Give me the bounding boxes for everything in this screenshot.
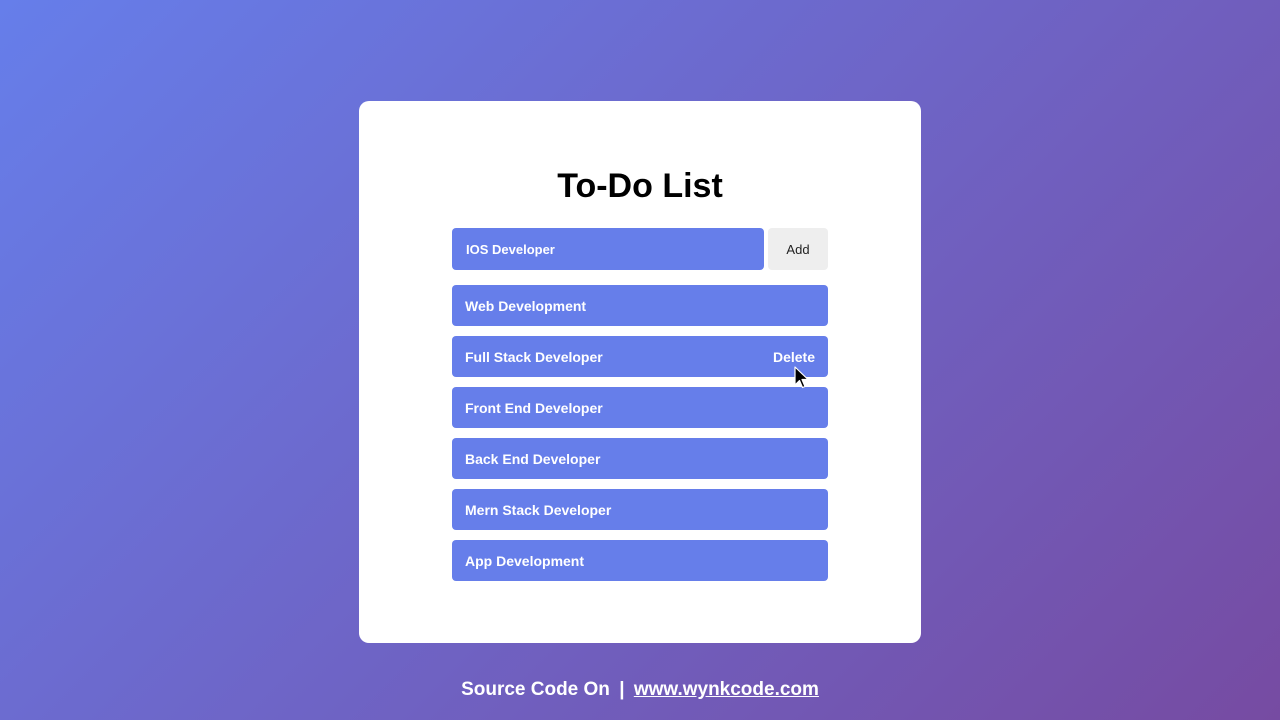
list-item[interactable]: Full Stack Developer Delete — [452, 336, 828, 377]
list-item[interactable]: Front End Developer Delete — [452, 387, 828, 428]
list-item-label: Web Development — [465, 297, 587, 314]
list-item[interactable]: Mern Stack Developer Delete — [452, 489, 828, 530]
footer-link[interactable]: www.wynkcode.com — [634, 679, 819, 700]
add-button[interactable]: Add — [768, 228, 828, 270]
list-item[interactable]: App Development Delete — [452, 540, 828, 581]
todo-card: To-Do List Add Web Development Delete Fu… — [359, 101, 921, 643]
list-item-label: Mern Stack Developer — [465, 501, 612, 518]
page-title: To-Do List — [557, 167, 723, 205]
add-todo-row: Add — [452, 228, 828, 270]
delete-button[interactable]: Delete — [773, 349, 815, 365]
list-item-label: Front End Developer — [465, 399, 603, 416]
todo-list: Web Development Delete Full Stack Develo… — [452, 285, 828, 591]
footer-separator: | — [619, 679, 625, 700]
todo-input[interactable] — [452, 228, 764, 270]
list-item-label: Back End Developer — [465, 450, 601, 467]
list-item-label: Full Stack Developer — [465, 348, 603, 365]
footer-prefix: Source Code On — [461, 679, 610, 700]
list-item-label: App Development — [465, 552, 585, 569]
list-item[interactable]: Web Development Delete — [452, 285, 828, 326]
footer: Source Code On | www.wynkcode.com — [0, 676, 1280, 704]
list-item[interactable]: Back End Developer Delete — [452, 438, 828, 479]
